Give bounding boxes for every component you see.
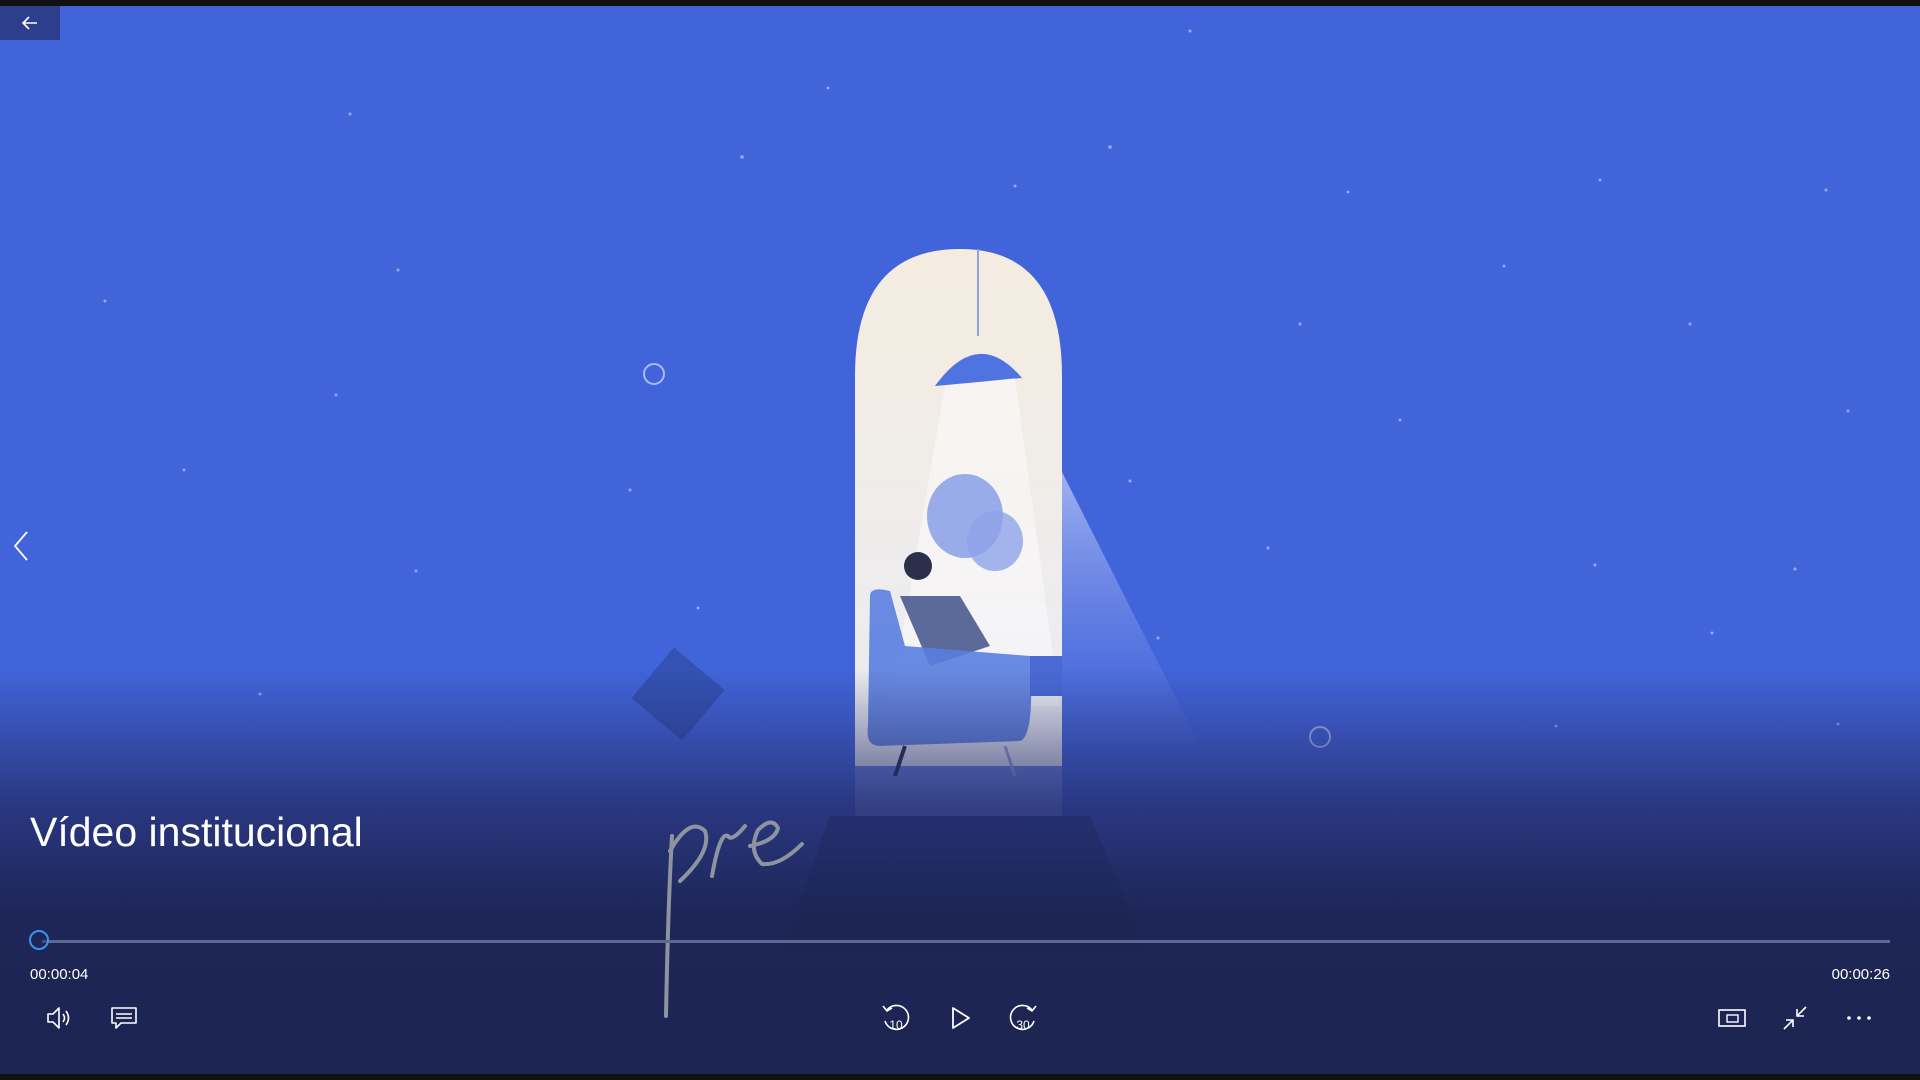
captions-button[interactable] <box>101 999 147 1037</box>
exit-fullscreen-icon <box>1783 1006 1807 1030</box>
more-options-button[interactable] <box>1836 999 1882 1037</box>
volume-button[interactable] <box>37 999 83 1037</box>
svg-text:30: 30 <box>1016 1018 1030 1032</box>
back-button[interactable] <box>0 6 60 40</box>
exit-fullscreen-button[interactable] <box>1772 999 1818 1037</box>
svg-text:10: 10 <box>889 1018 903 1032</box>
video-title: Vídeo institucional <box>30 809 363 855</box>
chevron-left-icon <box>13 531 28 561</box>
handwritten-pre-artwork <box>664 820 804 1018</box>
current-time: 00:00:04 <box>30 966 89 983</box>
video-player[interactable]: Vídeo institucional 00:00:04 00:00:26 10 <box>0 6 1920 1074</box>
progress-thumb[interactable] <box>29 930 49 950</box>
forward-30-icon: 30 <box>1009 1004 1037 1032</box>
progress-bar[interactable] <box>42 940 1890 943</box>
video-frame <box>103 29 1850 956</box>
total-time: 00:00:26 <box>1831 966 1890 983</box>
speaker-icon <box>47 1007 70 1029</box>
window-bottom-border <box>0 1074 1920 1080</box>
play-button[interactable] <box>937 999 983 1037</box>
mini-view-button[interactable] <box>1709 999 1755 1037</box>
skip-forward-30-button[interactable]: 30 <box>1000 999 1046 1037</box>
mini-view-icon <box>1718 1009 1746 1027</box>
previous-button[interactable] <box>6 526 36 566</box>
arrow-left-icon <box>21 16 37 30</box>
more-icon <box>1847 1016 1871 1020</box>
captions-icon <box>111 1007 137 1029</box>
skip-back-10-button[interactable]: 10 <box>873 999 919 1037</box>
rewind-10-icon: 10 <box>882 1004 910 1032</box>
play-icon <box>952 1007 970 1029</box>
